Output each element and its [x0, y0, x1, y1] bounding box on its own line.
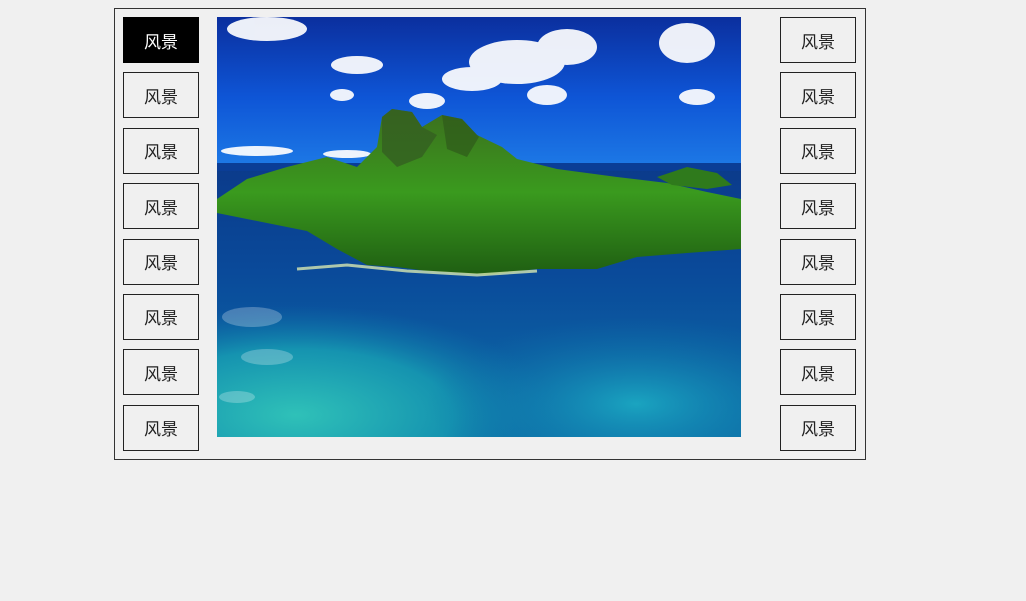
right-landscape-button-5[interactable]: 风景	[780, 238, 856, 285]
right-landscape-button-8[interactable]: 风景	[780, 404, 856, 451]
left-landscape-button-7[interactable]: 风景	[123, 349, 199, 396]
landscape-image-viewer	[217, 17, 741, 437]
gallery-frame: 风景 风景 风景 风景 风景 风景 风景 风景 风景 风景 风景 风景 风景 风…	[114, 8, 866, 460]
left-landscape-button-5[interactable]: 风景	[123, 238, 199, 285]
left-landscape-button-1[interactable]: 风景	[123, 17, 199, 63]
left-landscape-button-3[interactable]: 风景	[123, 127, 199, 174]
right-landscape-button-1[interactable]: 风景	[780, 17, 856, 63]
right-landscape-button-4[interactable]: 风景	[780, 183, 856, 230]
tropical-island-image	[217, 17, 741, 437]
left-landscape-button-6[interactable]: 风景	[123, 293, 199, 340]
left-landscape-button-8[interactable]: 风景	[123, 404, 199, 451]
right-landscape-button-3[interactable]: 风景	[780, 127, 856, 174]
right-button-column: 风景 风景 风景 风景 风景 风景 风景 风景	[780, 17, 856, 460]
right-landscape-button-2[interactable]: 风景	[780, 72, 856, 119]
left-landscape-button-4[interactable]: 风景	[123, 183, 199, 230]
left-button-column: 风景 风景 风景 风景 风景 风景 风景 风景	[123, 17, 199, 460]
left-landscape-button-2[interactable]: 风景	[123, 72, 199, 119]
right-landscape-button-6[interactable]: 风景	[780, 293, 856, 340]
right-landscape-button-7[interactable]: 风景	[780, 349, 856, 396]
